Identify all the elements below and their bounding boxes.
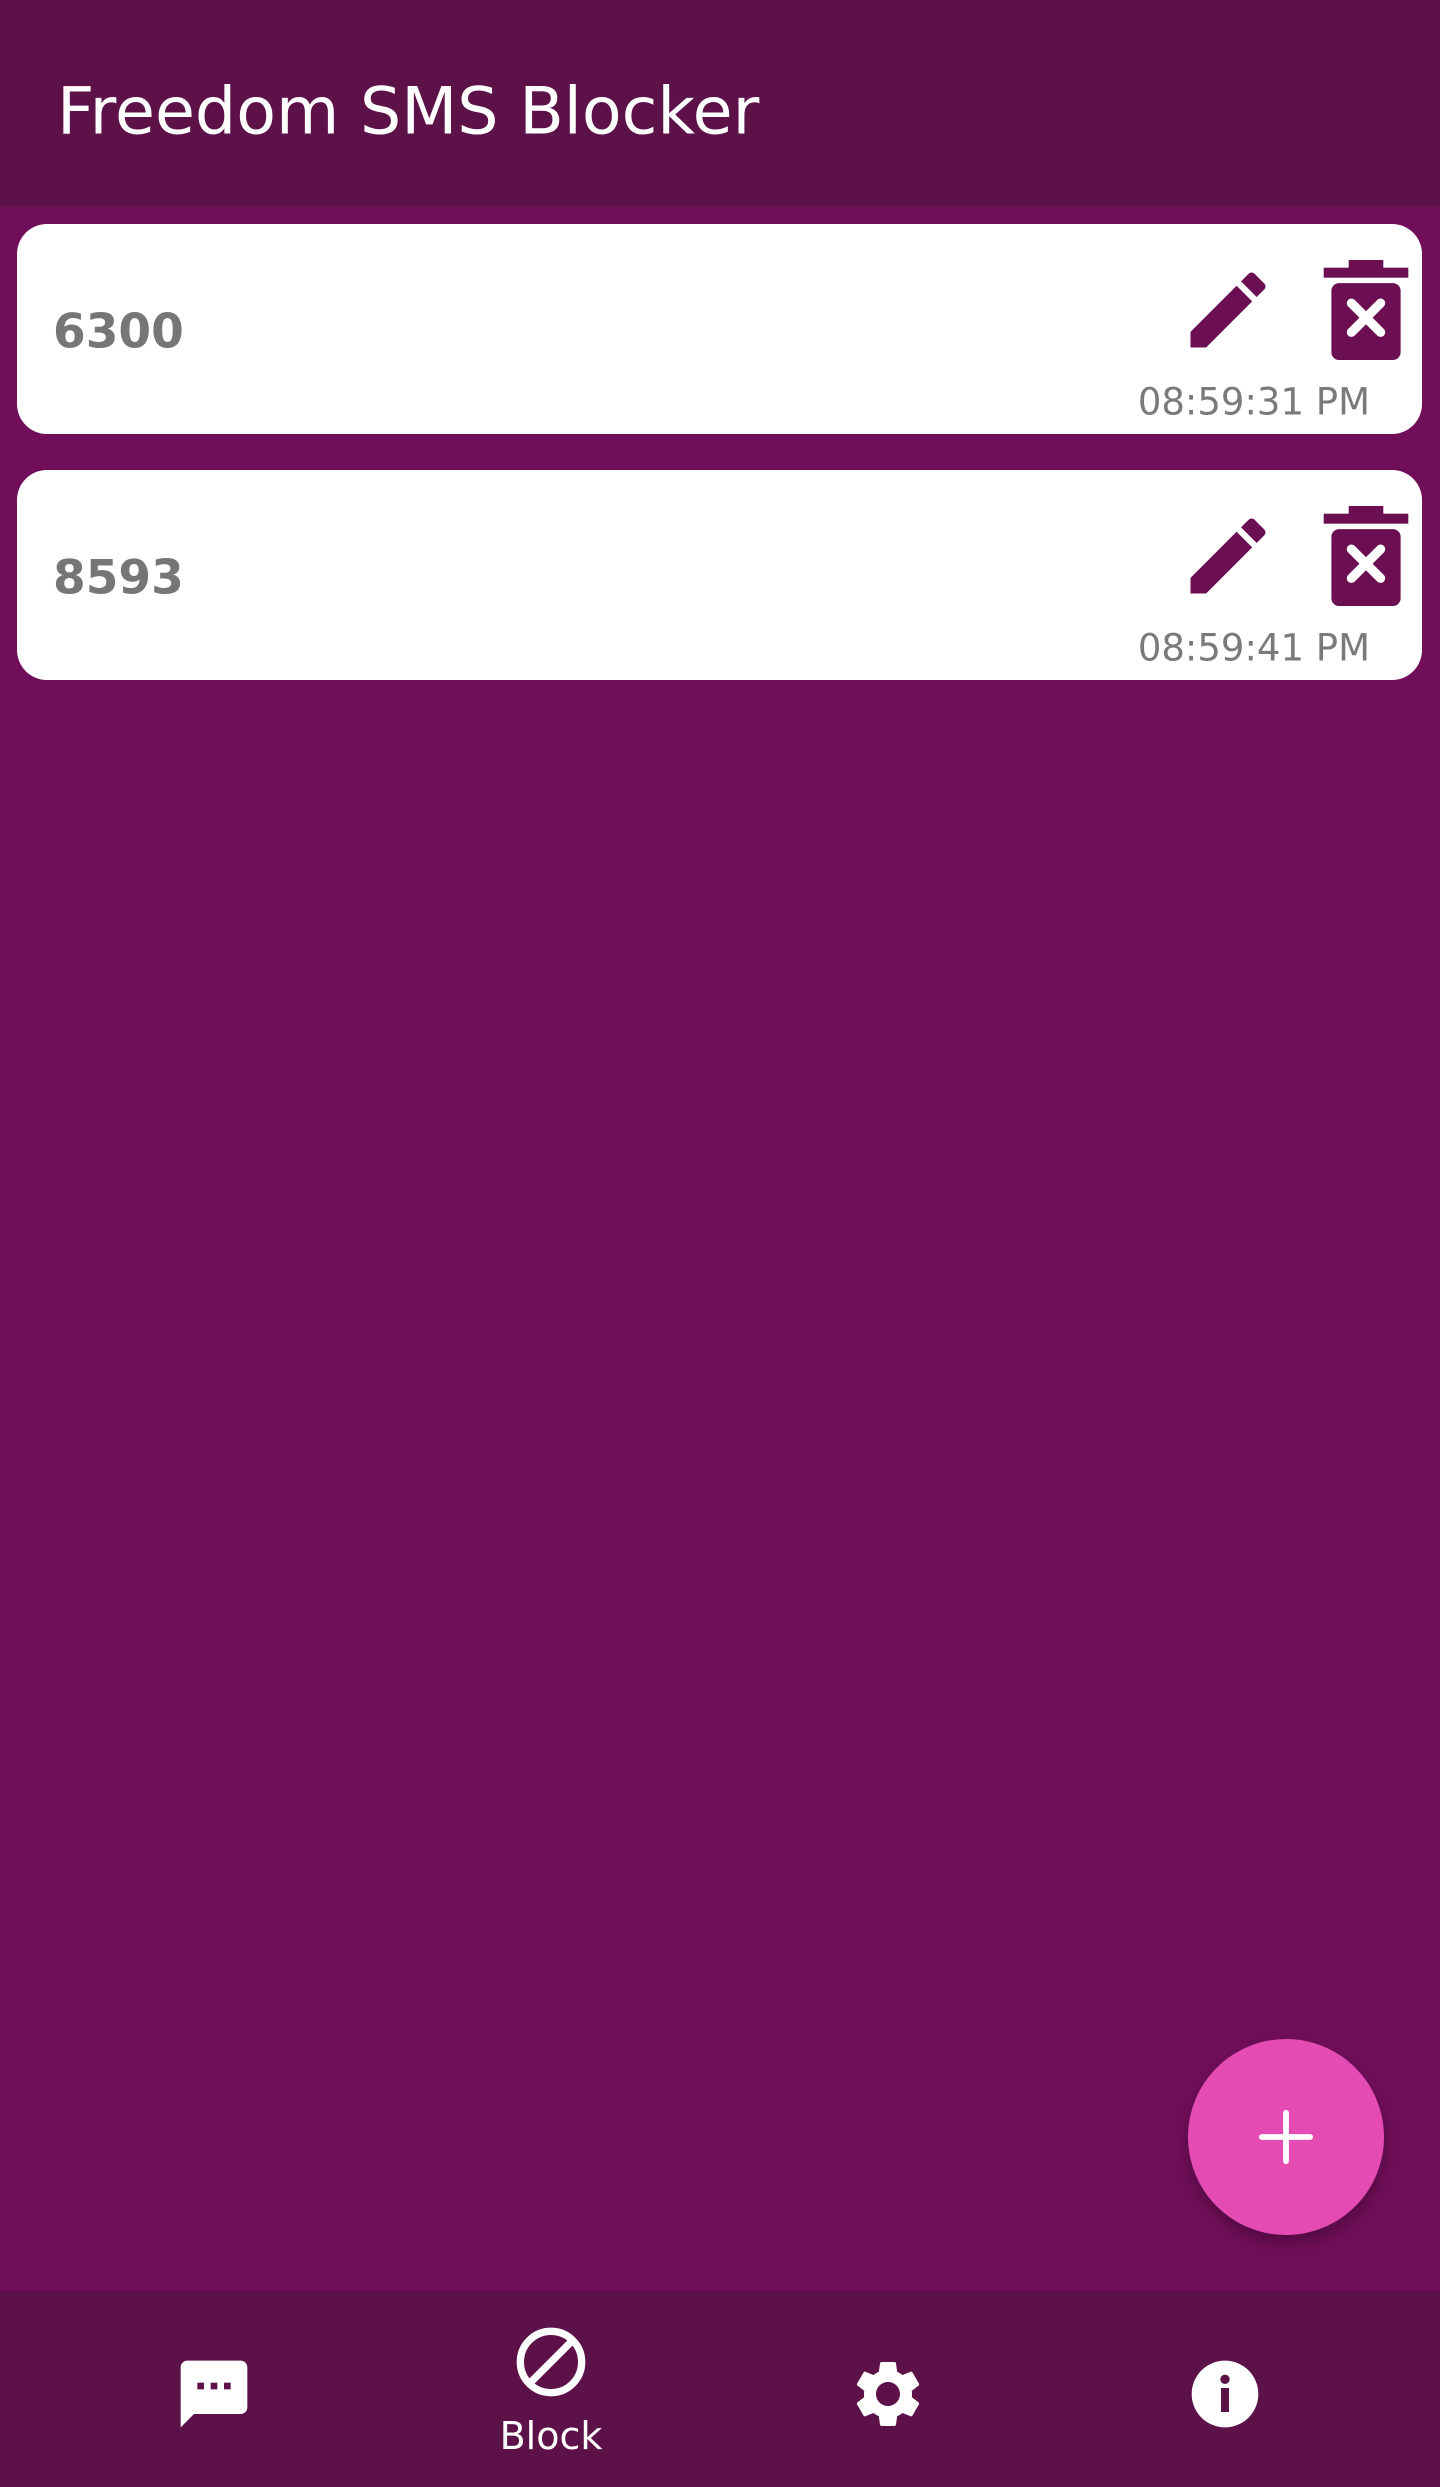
info-icon [1185, 2354, 1265, 2434]
trash-x-icon [1323, 506, 1409, 606]
nav-info[interactable] [1135, 2291, 1315, 2487]
delete-button[interactable] [1323, 506, 1409, 606]
nav-block[interactable]: Block [461, 2291, 641, 2487]
app-title: Freedom SMS Blocker [57, 74, 760, 150]
pencil-icon [1190, 518, 1266, 594]
blocked-number: 6300 [53, 304, 184, 360]
trash-x-icon [1323, 260, 1409, 360]
blocked-time: 08:59:41 PM [1137, 626, 1370, 670]
nav-messages[interactable] [124, 2291, 304, 2487]
delete-button[interactable] [1323, 260, 1409, 360]
blocked-number-card[interactable]: 8593 08:59:41 PM [17, 470, 1422, 680]
nav-block-label: Block [499, 2414, 603, 2458]
blocked-number: 8593 [53, 550, 184, 606]
blocked-number-card[interactable]: 6300 08:59:31 PM [17, 224, 1422, 434]
add-number-button[interactable] [1188, 2039, 1384, 2235]
block-icon [511, 2322, 591, 2402]
edit-button[interactable] [1178, 260, 1278, 360]
pencil-icon [1190, 272, 1266, 348]
plus-icon [1258, 2109, 1314, 2165]
bottom-navigation: Block [0, 2291, 1440, 2487]
gear-icon [848, 2354, 928, 2434]
message-dots-icon [174, 2354, 254, 2434]
edit-button[interactable] [1178, 506, 1278, 606]
nav-settings[interactable] [798, 2291, 978, 2487]
app-bar: Freedom SMS Blocker [0, 0, 1440, 207]
blocked-time: 08:59:31 PM [1137, 380, 1370, 424]
